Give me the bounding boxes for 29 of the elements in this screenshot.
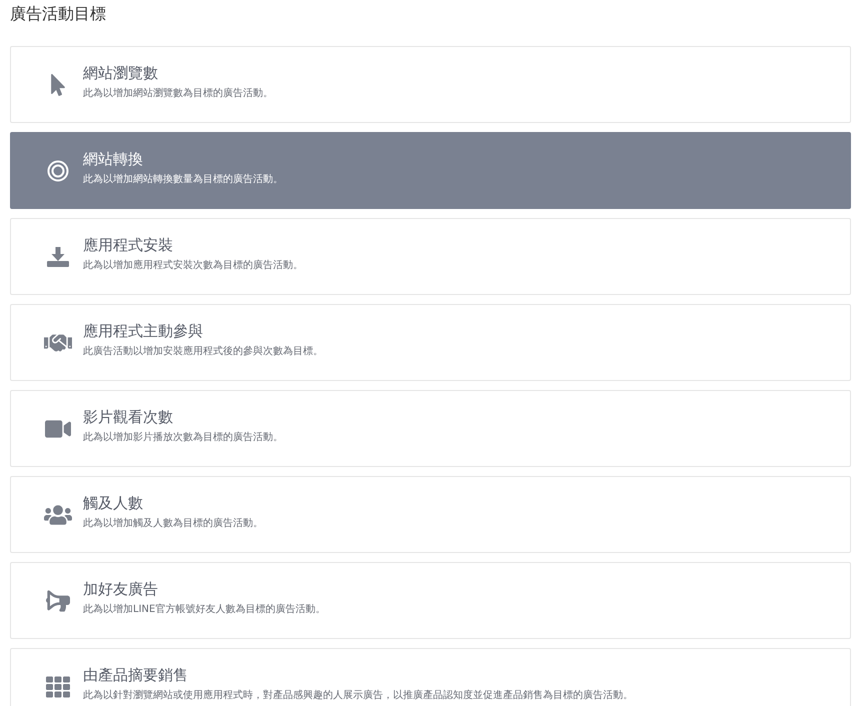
download-icon bbox=[46, 246, 70, 268]
objective-title: 由產品摘要銷售 bbox=[83, 666, 189, 684]
objective-title: 影片觀看次數 bbox=[83, 408, 174, 426]
objective-description: 此為以增加網站轉換數量為目標的廣告活動。 bbox=[83, 172, 283, 186]
objective-option[interactable]: 加好友廣告 此為以增加LINE官方帳號好友人數為目標的廣告活動。 bbox=[10, 562, 851, 639]
target-icon bbox=[47, 160, 69, 182]
objective-option[interactable]: 影片觀看次數 此為以增加影片播放次數為目標的廣告活動。 bbox=[10, 390, 851, 467]
page-title: 廣告活動目標 bbox=[10, 3, 107, 25]
objective-description: 此廣告活動以增加安裝應用程式後的參與次數為目標。 bbox=[83, 344, 323, 358]
objective-option[interactable]: 網站瀏覽數 此為以增加網站瀏覽數為目標的廣告活動。 bbox=[10, 46, 851, 123]
megaphone-icon bbox=[46, 588, 70, 612]
objective-title: 應用程式主動參與 bbox=[83, 322, 204, 340]
objective-title: 應用程式安裝 bbox=[83, 236, 174, 254]
objective-title: 網站瀏覽數 bbox=[83, 64, 159, 82]
objective-description: 此為以增加LINE官方帳號好友人數為目標的廣告活動。 bbox=[83, 602, 326, 616]
objective-title: 網站轉換 bbox=[83, 150, 144, 168]
objective-option[interactable]: 網站轉換 此為以增加網站轉換數量為目標的廣告活動。 bbox=[10, 132, 851, 209]
objective-description: 此為以增加網站瀏覽數為目標的廣告活動。 bbox=[83, 86, 273, 100]
objective-description: 此為以增加影片播放次數為目標的廣告活動。 bbox=[83, 430, 283, 444]
objective-option[interactable]: 應用程式安裝 此為以增加應用程式安裝次數為目標的廣告活動。 bbox=[10, 218, 851, 295]
objective-option[interactable]: 應用程式主動參與 此廣告活動以增加安裝應用程式後的參與次數為目標。 bbox=[10, 304, 851, 381]
objective-description: 此為以增加觸及人數為目標的廣告活動。 bbox=[83, 516, 263, 530]
objective-description: 此為以針對瀏覽網站或使用應用程式時，對產品感興趣的人展示廣告，以推廣產品認知度並促進產品銷售為目標的廣告活動。 bbox=[83, 688, 633, 702]
objective-option[interactable]: 觸及人數 此為以增加觸及人數為目標的廣告活動。 bbox=[10, 476, 851, 553]
objective-description: 此為以增加應用程式安裝次數為目標的廣告活動。 bbox=[83, 258, 303, 272]
objective-title: 加好友廣告 bbox=[83, 580, 159, 598]
objective-option[interactable]: 由產品摘要銷售 此為以針對瀏覽網站或使用應用程式時，對產品感興趣的人展示廣告，以推廣產品認知度並促進產品銷售為目標的廣告活動。 bbox=[10, 648, 851, 706]
objective-title: 觸及人數 bbox=[83, 494, 144, 512]
grid-icon bbox=[46, 674, 70, 698]
